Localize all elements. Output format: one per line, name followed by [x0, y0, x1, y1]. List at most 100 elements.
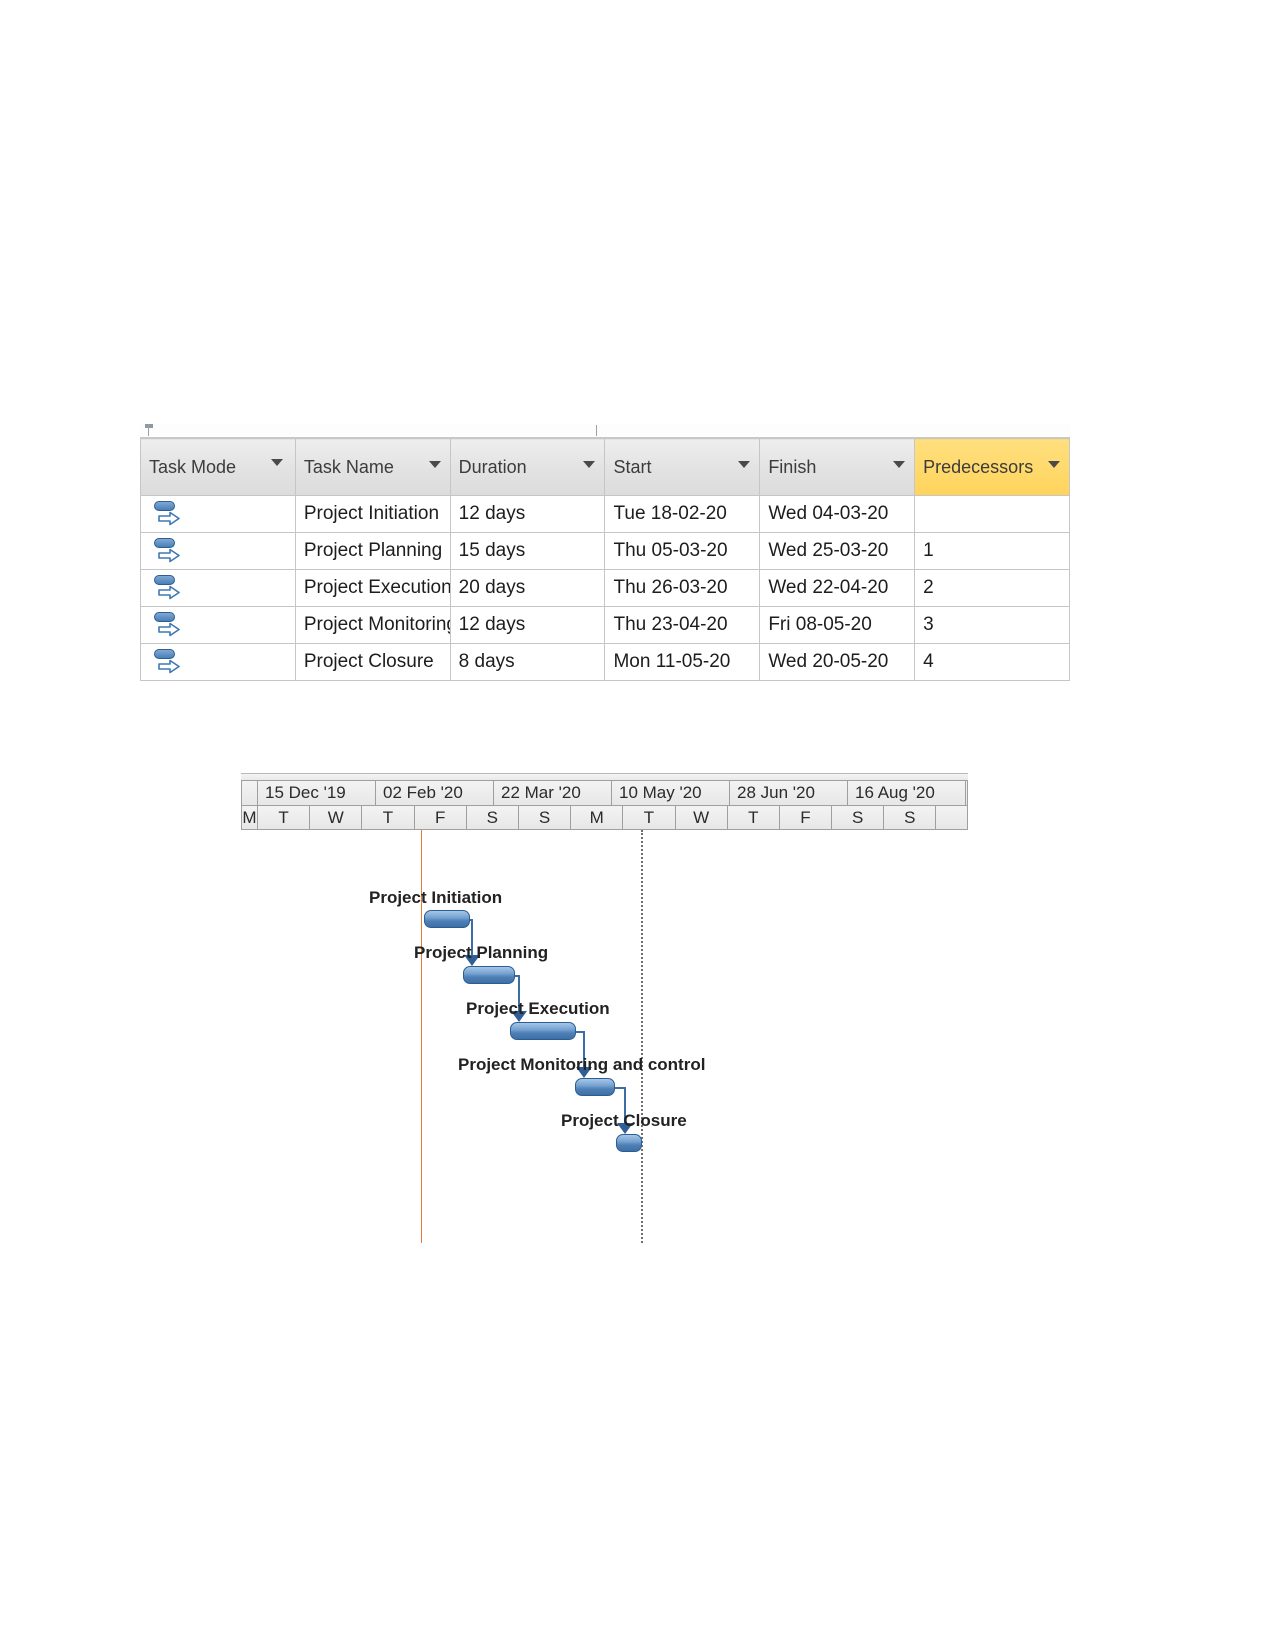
cell-predecessors[interactable] — [914, 495, 1070, 533]
gantt-bar-label: Project Closure — [561, 1111, 687, 1130]
column-header-task-name[interactable]: Task Name — [294, 438, 451, 496]
predecessors-text: 3 — [923, 614, 934, 635]
predecessors-text: 2 — [923, 577, 934, 598]
filter-dropdown-icon[interactable] — [270, 459, 283, 466]
cell-start[interactable]: Tue 18-02-20 — [604, 495, 761, 533]
dependency-link — [576, 1031, 583, 1033]
cell-task-mode[interactable] — [140, 606, 296, 644]
task-bar-glyph — [154, 538, 175, 548]
finish-text: Wed 25-03-20 — [768, 540, 889, 561]
table-scroll-strip[interactable] — [140, 424, 1070, 438]
timeline-major-cell: 16 Aug '20 — [848, 781, 966, 805]
timeline-major-cell: 02 Feb '20 — [376, 781, 494, 805]
manually-scheduled-icon[interactable] — [153, 573, 187, 603]
manually-scheduled-icon[interactable] — [153, 647, 187, 677]
status-date-line — [641, 830, 643, 1243]
cell-finish[interactable]: Fri 08-05-20 — [759, 606, 916, 644]
cell-duration[interactable]: 12 days — [449, 495, 606, 533]
table-row[interactable]: Project Closure 8 days Mon 11-05-20 Wed 20-… — [140, 643, 1070, 681]
cell-predecessors[interactable]: 2 — [914, 569, 1070, 607]
task-bar-glyph — [154, 649, 175, 659]
gantt-bar[interactable] — [575, 1078, 615, 1096]
gantt-bar[interactable] — [510, 1022, 576, 1040]
cell-task-mode[interactable] — [140, 495, 296, 533]
cell-task-name[interactable]: Project Execution — [294, 569, 451, 607]
duration-text: 12 days — [458, 503, 526, 524]
gantt-bar[interactable] — [463, 966, 515, 984]
task-name-text: Project Monitoring and c — [303, 614, 450, 635]
gantt-plot-area: Project Initiation Project Planning Projec… — [241, 830, 968, 1243]
cell-task-mode[interactable] — [140, 569, 296, 607]
timeline-minor-cell: T — [362, 806, 415, 829]
cell-finish[interactable]: Wed 20-05-20 — [759, 643, 916, 681]
cell-finish[interactable]: Wed 22-04-20 — [759, 569, 916, 607]
task-table-body: Project Initiation 12 days Tue 18-02-20 Wed… — [140, 495, 1070, 681]
column-header-label: Duration — [458, 456, 527, 477]
gantt-chart: 15 Dec '19 02 Feb '20 22 Mar '20 10 May '20… — [241, 773, 968, 1243]
finish-text: Fri 08-05-20 — [768, 614, 872, 635]
table-header-row: Task Mode Task Name Duration Start Finis… — [140, 438, 1070, 496]
start-text: Mon 11-05-20 — [613, 651, 731, 672]
cell-predecessors[interactable]: 4 — [914, 643, 1070, 681]
scroll-nub[interactable] — [145, 424, 153, 428]
column-header-task-mode[interactable]: Task Mode — [140, 438, 296, 496]
manually-scheduled-icon[interactable] — [153, 610, 187, 640]
cell-start[interactable]: Thu 23-04-20 — [604, 606, 761, 644]
cell-finish[interactable]: Wed 25-03-20 — [759, 532, 916, 570]
cell-task-mode[interactable] — [140, 532, 296, 570]
table-row[interactable]: Project Execution 20 days Thu 26-03-20 Wed … — [140, 569, 1070, 607]
column-header-finish[interactable]: Finish — [759, 438, 916, 496]
cell-duration[interactable]: 12 days — [449, 606, 606, 644]
cell-task-name[interactable]: Project Monitoring and c — [294, 606, 451, 644]
cell-task-name[interactable]: Project Closure — [294, 643, 451, 681]
finish-text: Wed 20-05-20 — [768, 651, 889, 672]
gantt-bar[interactable] — [616, 1134, 642, 1152]
task-bar-glyph — [154, 575, 175, 585]
task-name-text: Project Planning — [303, 540, 443, 561]
timeline-minor-cell: T — [728, 806, 780, 829]
timeline-minor-cell: T — [258, 806, 311, 829]
cell-finish[interactable]: Wed 04-03-20 — [759, 495, 916, 533]
cell-duration[interactable]: 20 days — [449, 569, 606, 607]
manually-scheduled-icon[interactable] — [153, 536, 187, 566]
timeline-minor-cell: S — [832, 806, 885, 829]
table-row[interactable]: Project Initiation 12 days Tue 18-02-20 Wed… — [140, 495, 1070, 533]
cell-task-mode[interactable] — [140, 643, 296, 681]
filter-dropdown-icon[interactable] — [428, 461, 441, 468]
dependency-link — [615, 1087, 624, 1089]
table-row[interactable]: Project Monitoring and c 12 days Thu 23-04… — [140, 606, 1070, 644]
timeline-major-cell: 28 Jun '20 — [730, 781, 848, 805]
cell-duration[interactable]: 8 days — [449, 643, 606, 681]
task-bar-glyph — [154, 612, 175, 622]
task-name-text: Project Initiation — [303, 503, 440, 524]
cell-start[interactable]: Thu 05-03-20 — [604, 532, 761, 570]
column-header-duration[interactable]: Duration — [449, 438, 606, 496]
filter-dropdown-icon[interactable] — [1048, 461, 1060, 468]
manually-scheduled-icon[interactable] — [153, 499, 187, 529]
cell-start[interactable]: Mon 11-05-20 — [604, 643, 761, 681]
duration-text: 15 days — [458, 540, 526, 561]
timeline-minor-cell: F — [780, 806, 833, 829]
predecessors-text: 4 — [923, 651, 934, 672]
start-text: Thu 05-03-20 — [613, 540, 728, 561]
filter-dropdown-icon[interactable] — [738, 461, 751, 468]
cell-duration[interactable]: 15 days — [449, 532, 606, 570]
cell-start[interactable]: Thu 26-03-20 — [604, 569, 761, 607]
arrow-glyph — [158, 548, 180, 563]
cell-predecessors[interactable]: 1 — [914, 532, 1070, 570]
task-name-text: Project Closure — [303, 651, 434, 672]
timeline-minor-scale: MTWTFSSMTWTFSS — [241, 805, 968, 830]
cell-task-name[interactable]: Project Initiation — [294, 495, 451, 533]
column-header-start[interactable]: Start — [604, 438, 761, 496]
arrow-glyph — [158, 511, 180, 526]
cell-predecessors[interactable]: 3 — [914, 606, 1070, 644]
timeline-major-cell — [242, 781, 258, 805]
filter-dropdown-icon[interactable] — [583, 461, 596, 468]
filter-dropdown-icon[interactable] — [893, 461, 906, 468]
arrow-glyph — [158, 622, 180, 637]
table-row[interactable]: Project Planning 15 days Thu 05-03-20 Wed 2… — [140, 532, 1070, 570]
gantt-bar[interactable] — [424, 910, 470, 928]
task-name-text: Project Execution — [303, 577, 450, 598]
column-header-predecessors[interactable]: Predecessors — [914, 438, 1070, 496]
cell-task-name[interactable]: Project Planning — [294, 532, 451, 570]
